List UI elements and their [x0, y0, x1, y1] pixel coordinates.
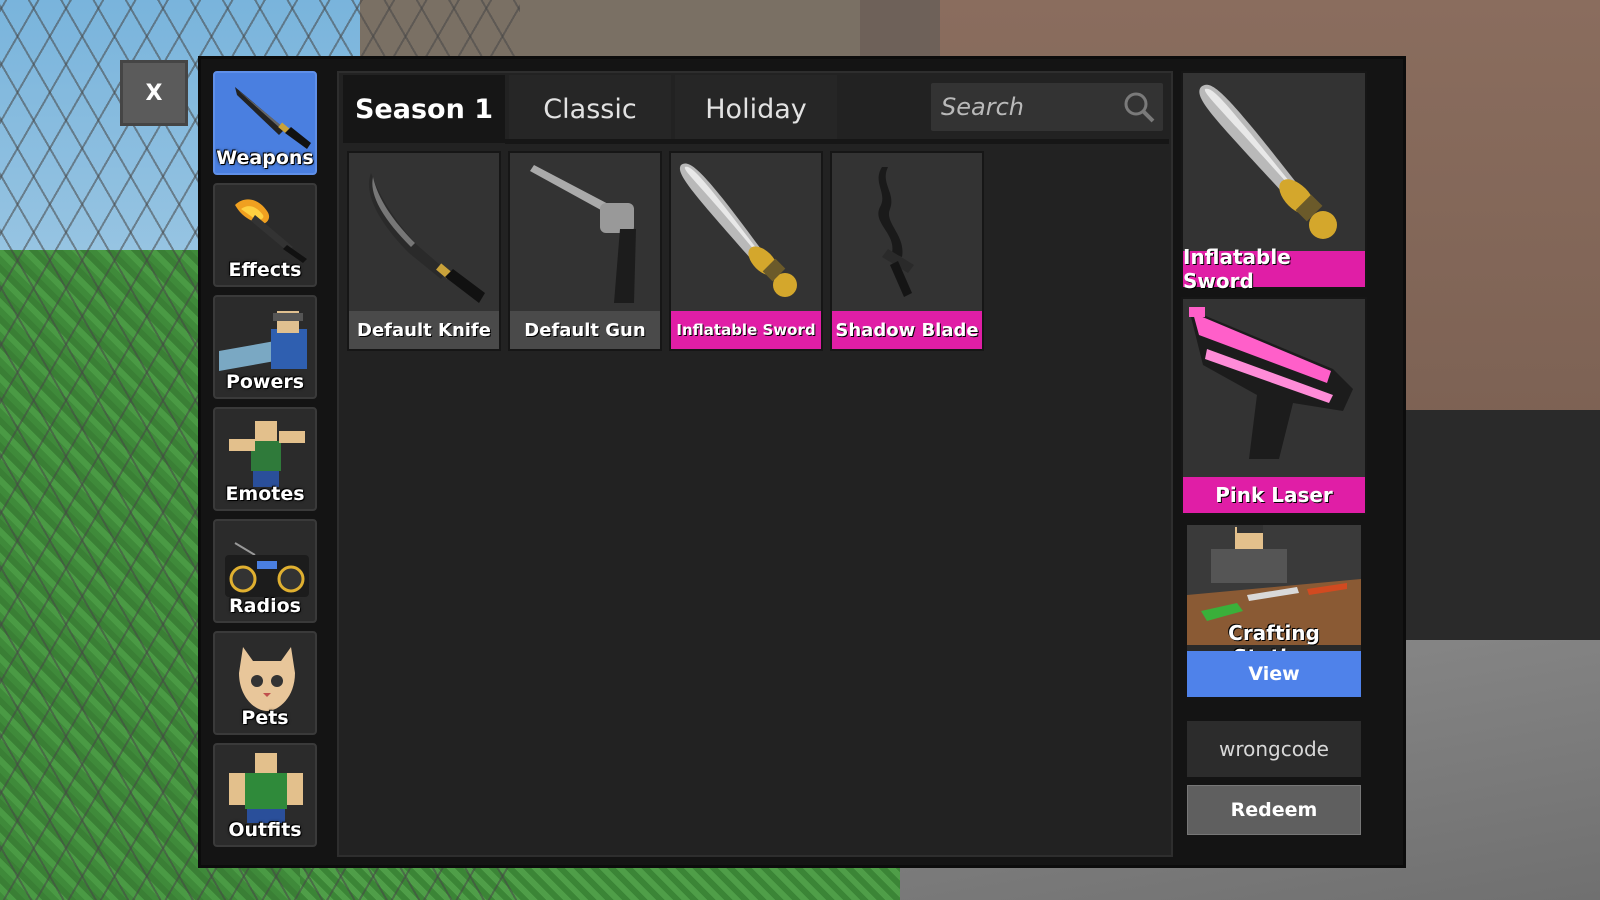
shadow-blade-icon	[878, 167, 914, 297]
item-label: Default Gun	[510, 311, 660, 349]
search-icon[interactable]	[1121, 89, 1157, 125]
sidebar-item-label: Weapons	[216, 147, 314, 169]
equipped-column: Inflatable Sword Pink Laser Crafting Vie…	[1181, 71, 1371, 697]
dark-floor	[1380, 410, 1600, 650]
tab-divider	[505, 139, 1169, 144]
sword-icon	[679, 163, 797, 297]
equipped-label: Pink Laser	[1183, 477, 1365, 513]
sidebar-item-outfits[interactable]: Outfits	[213, 743, 317, 847]
sidebar-item-label: Effects	[228, 259, 302, 281]
inventory-panel: Weapons Effects Powers Emotes Radios Pet…	[198, 56, 1406, 868]
sidebar-item-effects[interactable]: Effects	[213, 183, 317, 287]
sidebar-item-radios[interactable]: Radios	[213, 519, 317, 623]
item-label: Default Knife	[349, 311, 499, 349]
tab-bar: Season 1 Classic Holiday	[343, 75, 841, 143]
item-label: Inflatable Sword	[671, 311, 821, 349]
search-box	[931, 83, 1163, 131]
item-card-inflatable-sword[interactable]: Inflatable Sword	[669, 151, 823, 351]
knife-icon	[235, 87, 311, 149]
outfit-character-icon	[229, 753, 303, 823]
sidebar-item-pets[interactable]: Pets	[213, 631, 317, 735]
flame-knife-icon	[235, 199, 307, 263]
boombox-icon	[225, 542, 309, 597]
equipped-gun-slot[interactable]: Pink Laser	[1181, 297, 1367, 515]
view-button[interactable]: View	[1187, 651, 1361, 697]
revolver-icon	[530, 165, 636, 303]
item-grid: Default Knife Default Gun Inflatable Swo…	[347, 151, 991, 351]
knife-icon	[368, 173, 485, 303]
inventory-area: Season 1 Classic Holiday Default Knife	[337, 71, 1173, 857]
category-sidebar: Weapons Effects Powers Emotes Radios Pet…	[213, 71, 317, 855]
close-button[interactable]: X	[120, 60, 188, 126]
laser-gun-icon	[1189, 307, 1353, 459]
tab-season-1[interactable]: Season 1	[343, 75, 505, 143]
sidebar-item-label: Radios	[229, 595, 301, 617]
search-input[interactable]	[941, 83, 1121, 131]
sidebar-item-label: Outfits	[228, 819, 302, 841]
sword-icon	[1199, 84, 1337, 239]
item-card-default-knife[interactable]: Default Knife	[347, 151, 501, 351]
sidebar-item-powers[interactable]: Powers	[213, 295, 317, 399]
equipped-knife-slot[interactable]: Inflatable Sword	[1181, 71, 1367, 293]
code-input[interactable]	[1187, 721, 1361, 777]
item-label: Shadow Blade	[832, 311, 982, 349]
redeem-button[interactable]: Redeem	[1187, 785, 1361, 835]
sidebar-item-label: Powers	[225, 371, 305, 393]
tab-holiday[interactable]: Holiday	[675, 75, 837, 143]
emote-character-icon	[229, 421, 305, 487]
cat-icon	[239, 647, 295, 711]
tab-classic[interactable]: Classic	[509, 75, 671, 143]
sidebar-item-label: Pets	[241, 707, 289, 729]
equipped-label: Inflatable Sword	[1183, 245, 1365, 293]
item-card-shadow-blade[interactable]: Shadow Blade	[830, 151, 984, 351]
item-card-default-gun[interactable]: Default Gun	[508, 151, 662, 351]
sidebar-item-weapons[interactable]: Weapons	[213, 71, 317, 175]
crafting-station-card: Crafting Station View	[1187, 525, 1361, 697]
sidebar-item-emotes[interactable]: Emotes	[213, 407, 317, 511]
sidebar-item-label: Emotes	[225, 483, 305, 505]
power-character-icon	[219, 311, 307, 371]
